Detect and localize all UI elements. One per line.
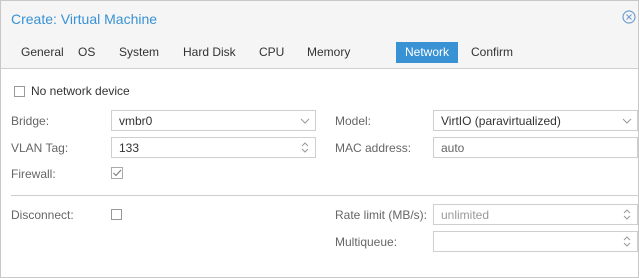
multiqueue-spinner[interactable] [433, 231, 638, 252]
model-label: Model: [335, 114, 372, 128]
disconnect-checkbox[interactable] [111, 209, 122, 220]
create-vm-dialog: Create: Virtual Machine General OS Syste… [0, 0, 639, 278]
bridge-select[interactable]: vmbr0 [111, 110, 316, 131]
chevron-down-icon[interactable] [617, 111, 637, 130]
spinner-arrows-icon[interactable] [617, 205, 637, 224]
no-network-device-label: No network device [31, 84, 130, 98]
tab-network[interactable]: Network [396, 42, 459, 63]
model-select[interactable]: VirtIO (paravirtualized) [433, 110, 638, 131]
tab-general[interactable]: General [13, 42, 72, 63]
bridge-label: Bridge: [11, 114, 50, 128]
model-value: VirtIO (paravirtualized) [441, 114, 561, 128]
mac-address-input[interactable]: auto [433, 137, 638, 158]
chevron-down-icon[interactable] [295, 111, 315, 130]
vlan-tag-spinner[interactable]: 133 [111, 137, 316, 158]
rate-limit-placeholder: unlimited [441, 208, 490, 222]
disconnect-label: Disconnect: [11, 208, 74, 222]
firewall-label: Firewall: [11, 167, 56, 181]
mac-address-label: MAC address: [335, 141, 412, 155]
tab-cpu[interactable]: CPU [251, 42, 292, 63]
bridge-value: vmbr0 [119, 114, 153, 128]
rate-limit-spinner[interactable]: unlimited [433, 204, 638, 225]
no-network-device-checkbox[interactable] [14, 86, 25, 97]
dialog-titlebar: Create: Virtual Machine [1, 1, 638, 37]
dialog-title: Create: Virtual Machine [11, 11, 158, 27]
rate-limit-label: Rate limit (MB/s): [335, 208, 428, 222]
firewall-checkbox[interactable] [111, 167, 124, 180]
tab-os[interactable]: OS [70, 42, 103, 63]
section-divider [11, 195, 639, 196]
tab-bar: General OS System Hard Disk CPU Memory N… [1, 37, 638, 69]
vlan-tag-value: 133 [119, 141, 140, 155]
spinner-arrows-icon[interactable] [295, 138, 315, 157]
vlan-tag-label: VLAN Tag: [11, 141, 69, 155]
mac-address-value: auto [441, 141, 465, 155]
multiqueue-label: Multiqueue: [335, 235, 398, 249]
tab-memory[interactable]: Memory [299, 42, 358, 63]
tab-confirm[interactable]: Confirm [463, 42, 521, 63]
close-icon[interactable] [622, 10, 636, 24]
tab-hard-disk[interactable]: Hard Disk [175, 42, 244, 63]
tab-system[interactable]: System [111, 42, 167, 63]
spinner-arrows-icon[interactable] [617, 232, 637, 251]
